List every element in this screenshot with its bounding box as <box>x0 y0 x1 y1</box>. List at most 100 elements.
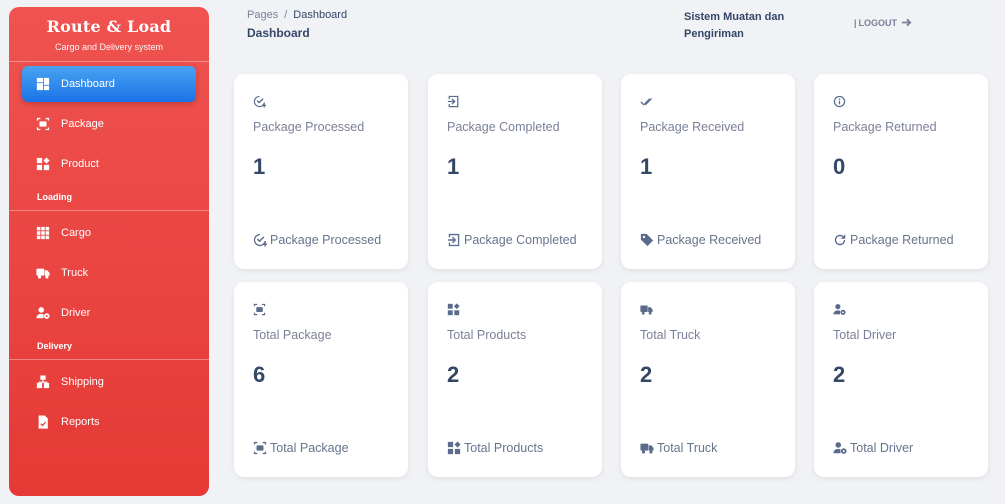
package-scan-icon <box>35 117 51 131</box>
stat-card-total-driver: Total Driver 2 Total Driver <box>814 282 988 477</box>
divider <box>9 210 209 211</box>
product-grid-icon <box>447 303 461 317</box>
report-icon <box>35 415 51 429</box>
logout-divider: | <box>854 17 857 28</box>
stat-value: 1 <box>253 154 266 179</box>
stat-card-total-products: Total Products 2 Total Products <box>428 282 602 477</box>
tag-icon <box>640 233 654 247</box>
package-scan-icon <box>253 303 267 317</box>
sidebar-item-label: Truck <box>61 267 89 279</box>
stat-label: Total Products <box>447 328 527 342</box>
sidebar-item-label: Driver <box>61 307 91 319</box>
truck-icon <box>35 266 51 280</box>
stat-value: 6 <box>253 362 266 387</box>
sidebar-item-reports[interactable]: Reports <box>22 404 196 440</box>
stat-footer: Package Returned <box>833 233 954 247</box>
stat-footer-label: Package Completed <box>464 233 577 247</box>
stat-label: Package Received <box>640 120 745 134</box>
brand-title: Route & Load <box>46 17 172 36</box>
stat-value: 2 <box>640 362 653 387</box>
stat-label: Package Completed <box>447 120 560 134</box>
nav-delivery: Shipping Reports <box>9 364 209 440</box>
sidebar-item-label: Reports <box>61 416 100 428</box>
stat-footer: Package Received <box>640 233 761 247</box>
check-circle-icon <box>253 95 267 109</box>
breadcrumb-separator: / <box>284 9 288 21</box>
app-name: Sistem Muatan dan Pengiriman <box>684 9 804 43</box>
check-circle-icon <box>253 233 267 247</box>
stat-footer-label: Total Products <box>464 441 544 455</box>
sidebar-item-label: Product <box>61 158 99 170</box>
topbar: Pages / Dashboard Dashboard Sistem Muatan … <box>247 9 987 49</box>
sidebar-item-cargo[interactable]: Cargo <box>22 215 196 251</box>
stat-footer-label: Package Processed <box>270 233 382 247</box>
sidebar-item-package[interactable]: Package <box>22 106 196 142</box>
breadcrumb-root[interactable]: Pages <box>247 9 278 21</box>
cargo-grid-icon <box>35 226 51 240</box>
stat-label: Total Driver <box>833 328 897 342</box>
stat-label: Package Processed <box>253 120 365 134</box>
page-title: Dashboard <box>247 26 310 40</box>
product-grid-icon <box>35 157 51 171</box>
stat-card-total-package: Total Package 6 Total Package <box>234 282 408 477</box>
nav-loading: Cargo Truck Driver <box>9 215 209 331</box>
sidebar-item-label: Shipping <box>61 376 104 388</box>
stat-footer-label: Package Returned <box>850 233 954 247</box>
stat-value: 1 <box>447 154 460 179</box>
login-box-icon <box>447 233 460 247</box>
stat-footer-label: Total Truck <box>657 441 718 455</box>
sidebar: Route & Load Cargo and Delivery system D… <box>9 7 209 496</box>
stat-footer: Total Products <box>447 441 543 455</box>
logout-button[interactable]: | LOGOUT <box>854 17 912 28</box>
stat-footer-label: Total Package <box>270 441 349 455</box>
stat-card-package-returned: Package Returned 0 Package Returned <box>814 74 988 269</box>
shipping-icon <box>35 375 51 389</box>
brand: Route & Load Cargo and Delivery system <box>9 7 209 61</box>
divider <box>9 359 209 360</box>
package-scan-icon <box>253 441 267 455</box>
stat-footer: Package Completed <box>447 233 577 247</box>
stat-card-package-processed: Package Processed 1 Package Processed <box>234 74 408 269</box>
stat-value: 2 <box>447 362 460 387</box>
sidebar-item-label: Dashboard <box>61 78 115 90</box>
sidebar-item-dashboard[interactable]: Dashboard <box>22 66 196 102</box>
sidebar-item-label: Package <box>61 118 104 130</box>
sidebar-item-driver[interactable]: Driver <box>22 295 196 331</box>
stat-label: Total Package <box>253 328 332 342</box>
stat-value: 1 <box>640 154 653 179</box>
stat-footer: Total Package <box>253 441 349 455</box>
stat-card-package-completed: Package Completed 1 Package Completed <box>428 74 602 269</box>
truck-icon <box>640 303 654 317</box>
stat-label: Package Returned <box>833 120 937 134</box>
refresh-icon <box>834 234 846 246</box>
dashboard-icon <box>35 77 51 91</box>
stat-footer-label: Package Received <box>657 233 762 247</box>
section-label-loading: Loading <box>37 192 72 202</box>
stat-footer: Total Truck <box>640 441 717 455</box>
stat-label: Total Truck <box>640 328 701 342</box>
breadcrumb-current: Dashboard <box>293 9 348 21</box>
truck-icon <box>640 443 654 454</box>
info-icon <box>833 95 847 109</box>
stat-footer: Total Driver <box>833 441 913 455</box>
driver-icon <box>35 306 51 320</box>
app-name-line-1: Sistem Muatan dan <box>684 11 785 23</box>
brand-subtitle: Cargo and Delivery system <box>54 42 164 52</box>
sidebar-item-truck[interactable]: Truck <box>22 255 196 291</box>
sidebar-item-shipping[interactable]: Shipping <box>22 364 196 400</box>
double-check-icon <box>640 95 654 109</box>
divider <box>9 61 209 62</box>
sidebar-item-label: Cargo <box>61 227 91 239</box>
arrow-right-icon <box>901 18 912 27</box>
stat-value: 2 <box>833 362 846 387</box>
stat-footer: Package Processed <box>253 233 381 247</box>
driver-icon <box>833 442 847 454</box>
app-name-line-2: Pengiriman <box>684 28 744 40</box>
stat-value: 0 <box>833 154 846 179</box>
logout-label: LOGOUT <box>858 17 898 28</box>
sidebar-item-product[interactable]: Product <box>22 146 196 182</box>
driver-icon <box>833 303 847 317</box>
stat-card-package-received: Package Received 1 Package Received <box>621 74 795 269</box>
login-box-icon <box>447 95 461 109</box>
nav-main: Dashboard Package Product <box>9 66 209 182</box>
